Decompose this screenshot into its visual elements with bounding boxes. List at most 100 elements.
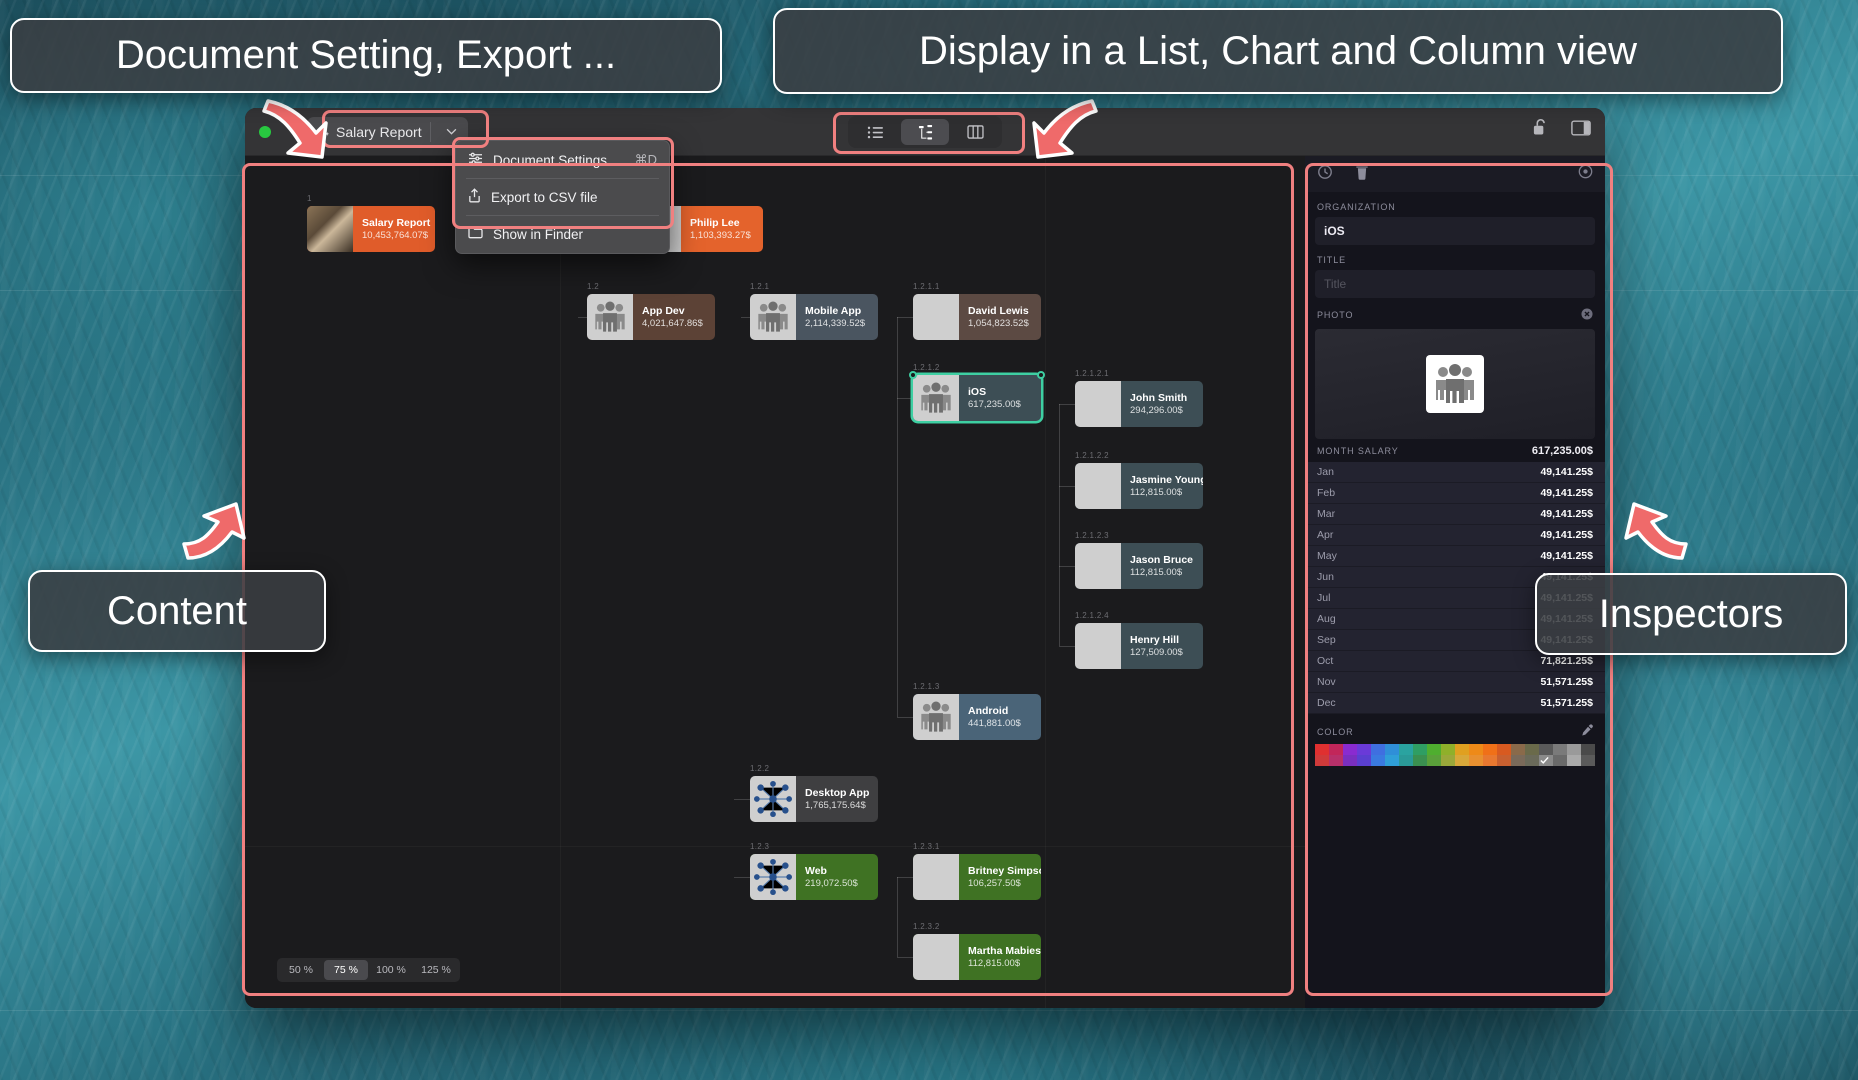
color-swatch[interactable] bbox=[1553, 744, 1567, 755]
share-up-icon bbox=[468, 188, 481, 206]
color-swatch[interactable] bbox=[1371, 755, 1385, 766]
chart-node-john-smith[interactable]: John Smith294,296.00$ bbox=[1075, 381, 1203, 427]
connector bbox=[1059, 566, 1075, 567]
color-swatch[interactable] bbox=[1469, 755, 1483, 766]
menu-item-export-to-csv-file[interactable]: Export to CSV file bbox=[456, 183, 669, 211]
color-swatch[interactable] bbox=[1455, 744, 1469, 755]
view-mode-list[interactable] bbox=[851, 119, 899, 145]
color-swatch[interactable] bbox=[1357, 755, 1371, 766]
color-swatch[interactable] bbox=[1525, 755, 1539, 766]
color-swatch[interactable] bbox=[1567, 755, 1581, 766]
chart-node-ios[interactable]: iOS617,235.00$ bbox=[913, 375, 1041, 421]
history-icon[interactable] bbox=[1317, 164, 1333, 185]
chart-node-martha-mabies[interactable]: Martha Mabies112,815.00$ bbox=[913, 934, 1041, 980]
color-swatch[interactable] bbox=[1511, 755, 1525, 766]
chart-node-android[interactable]: Android441,881.00$ bbox=[913, 694, 1041, 740]
color-swatch[interactable] bbox=[1399, 755, 1413, 766]
color-swatch[interactable] bbox=[1441, 755, 1455, 766]
menu-divider bbox=[466, 178, 659, 179]
trash-icon[interactable] bbox=[1355, 164, 1369, 185]
chart-node-mobile-app[interactable]: Mobile App2,114,339.52$ bbox=[750, 294, 878, 340]
color-swatch[interactable] bbox=[1581, 744, 1595, 755]
color-swatch[interactable] bbox=[1343, 744, 1357, 755]
titlebar-right-tools[interactable] bbox=[1532, 118, 1591, 142]
chart-node-web[interactable]: Web219,072.50$ bbox=[750, 854, 878, 900]
salary-row[interactable]: Mar49,141.25$ bbox=[1305, 504, 1605, 525]
salary-row[interactable]: May49,141.25$ bbox=[1305, 546, 1605, 567]
menu-item-document-settings[interactable]: Document Settings⌘D bbox=[456, 146, 669, 174]
selection-handle[interactable] bbox=[909, 371, 917, 379]
color-swatch[interactable] bbox=[1567, 744, 1581, 755]
title-field[interactable]: Title bbox=[1315, 270, 1595, 298]
color-swatch[interactable] bbox=[1539, 755, 1553, 766]
settings-gear-icon[interactable] bbox=[1578, 164, 1593, 184]
view-mode-chart[interactable] bbox=[901, 119, 949, 145]
chevron-down-icon[interactable] bbox=[439, 126, 464, 138]
organization-field[interactable]: iOS bbox=[1315, 217, 1595, 245]
color-swatch[interactable] bbox=[1581, 755, 1595, 766]
zoom-level-75[interactable]: 75 % bbox=[324, 960, 368, 980]
color-swatch[interactable] bbox=[1385, 755, 1399, 766]
chart-node-britney-simpson[interactable]: Britney Simpson106,257.50$ bbox=[913, 854, 1041, 900]
color-swatch[interactable] bbox=[1399, 744, 1413, 755]
color-swatch[interactable] bbox=[1329, 744, 1343, 755]
unlock-icon[interactable] bbox=[1532, 118, 1549, 142]
salary-row[interactable]: Apr49,141.25$ bbox=[1305, 525, 1605, 546]
chart-node-jason-bruce[interactable]: Jason Bruce112,815.00$ bbox=[1075, 543, 1203, 589]
color-swatch[interactable] bbox=[1525, 744, 1539, 755]
view-mode-column[interactable] bbox=[951, 119, 999, 145]
color-swatch[interactable] bbox=[1371, 744, 1385, 755]
color-swatch[interactable] bbox=[1497, 744, 1511, 755]
document-title-dropdown[interactable]: Salary Report bbox=[307, 117, 468, 147]
salary-row[interactable]: Jan49,141.25$ bbox=[1305, 462, 1605, 483]
connector bbox=[741, 317, 750, 318]
zoom-level-125[interactable]: 125 % bbox=[414, 960, 458, 980]
salary-row[interactable]: Nov51,571.25$ bbox=[1305, 672, 1605, 693]
document-dropdown-menu[interactable]: Document Settings⌘D Export to CSV file Sho… bbox=[455, 140, 670, 254]
color-swatch[interactable] bbox=[1343, 755, 1357, 766]
chart-node-app-dev[interactable]: App Dev4,021,647.86$ bbox=[587, 294, 715, 340]
color-swatch[interactable] bbox=[1413, 755, 1427, 766]
chart-node-salary-report[interactable]: Salary Report10,453,764.07$ bbox=[307, 206, 435, 252]
color-swatch[interactable] bbox=[1315, 755, 1329, 766]
callout-inspectors: Inspectors bbox=[1535, 573, 1847, 655]
color-swatch[interactable] bbox=[1455, 755, 1469, 766]
color-swatch[interactable] bbox=[1413, 744, 1427, 755]
zoom-level-100[interactable]: 100 % bbox=[369, 960, 413, 980]
eyedropper-icon[interactable] bbox=[1581, 724, 1593, 739]
clear-circle-icon[interactable] bbox=[1581, 308, 1593, 322]
photo-preview[interactable] bbox=[1315, 329, 1595, 439]
salary-row[interactable]: Dec51,571.25$ bbox=[1305, 693, 1605, 714]
chart-node-henry-hill[interactable]: Henry Hill127,509.00$ bbox=[1075, 623, 1203, 669]
color-swatch[interactable] bbox=[1469, 744, 1483, 755]
node-thumbnail bbox=[913, 694, 959, 740]
chart-node-david-lewis[interactable]: David Lewis1,054,823.52$ bbox=[913, 294, 1041, 340]
color-swatch[interactable] bbox=[1553, 755, 1567, 766]
color-swatch[interactable] bbox=[1427, 744, 1441, 755]
chart-node-jasmine-young[interactable]: Jasmine Young112,815.00$ bbox=[1075, 463, 1203, 509]
color-swatch[interactable] bbox=[1539, 744, 1553, 755]
color-swatch[interactable] bbox=[1427, 755, 1441, 766]
node-meta: Desktop App1,765,175.64$ bbox=[796, 786, 878, 813]
content-canvas[interactable]: 1Salary Report10,453,764.07$1.1App8,901,… bbox=[245, 156, 1305, 1008]
zoom-level-bar[interactable]: 50 %75 %100 %125 % bbox=[277, 958, 460, 982]
color-swatch[interactable] bbox=[1483, 755, 1497, 766]
color-swatch[interactable] bbox=[1385, 744, 1399, 755]
sidebar-right-icon[interactable] bbox=[1571, 120, 1591, 141]
color-swatch[interactable] bbox=[1329, 755, 1343, 766]
color-palette[interactable] bbox=[1315, 744, 1595, 766]
node-meta: iOS617,235.00$ bbox=[959, 385, 1030, 412]
inspector-toolbar[interactable] bbox=[1305, 156, 1605, 192]
color-swatch[interactable] bbox=[1357, 744, 1371, 755]
selection-handle[interactable] bbox=[1037, 371, 1045, 379]
color-swatch[interactable] bbox=[1497, 755, 1511, 766]
menu-item-show-in-finder[interactable]: Show in Finder bbox=[456, 220, 669, 248]
color-swatch[interactable] bbox=[1511, 744, 1525, 755]
color-swatch[interactable] bbox=[1483, 744, 1497, 755]
color-swatch[interactable] bbox=[1315, 744, 1329, 755]
zoom-level-50[interactable]: 50 % bbox=[279, 960, 323, 980]
color-swatch[interactable] bbox=[1441, 744, 1455, 755]
view-mode-switcher[interactable] bbox=[848, 116, 1002, 148]
chart-node-desktop-app[interactable]: Desktop App1,765,175.64$ bbox=[750, 776, 878, 822]
salary-row[interactable]: Feb49,141.25$ bbox=[1305, 483, 1605, 504]
